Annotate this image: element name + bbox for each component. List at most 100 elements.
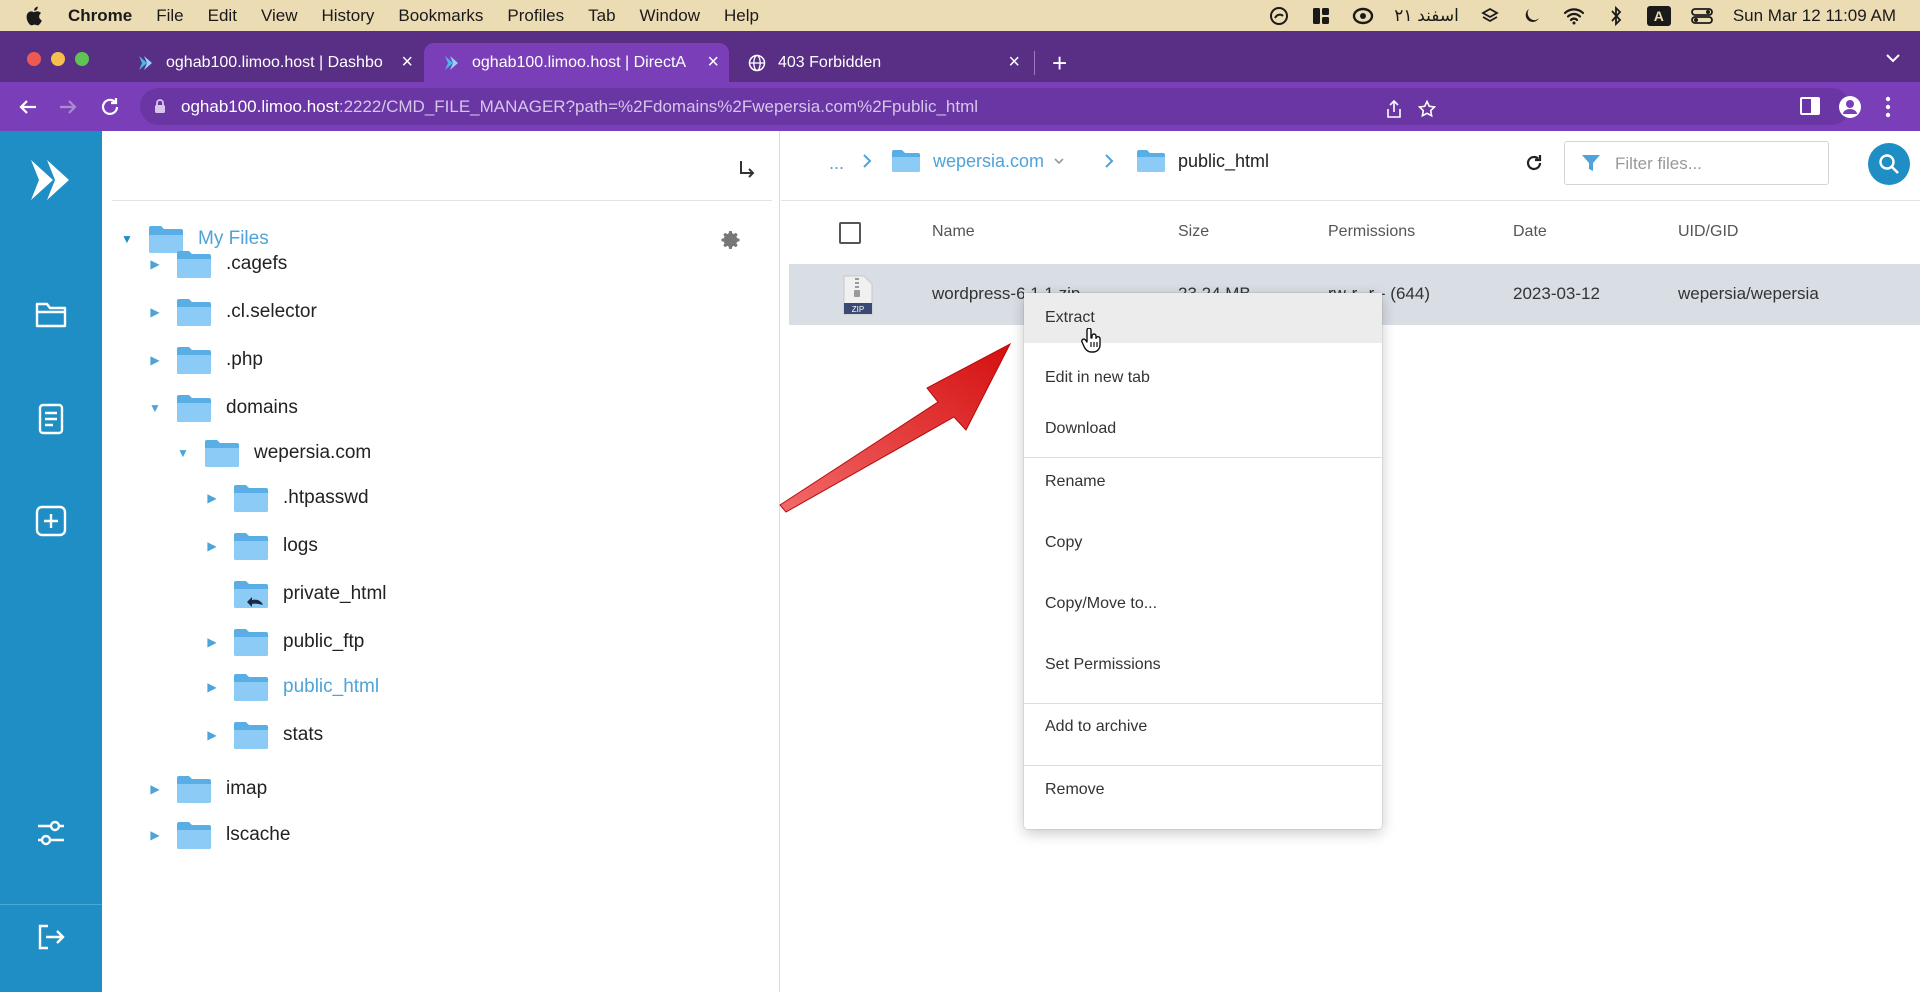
creative-cloud-icon[interactable] bbox=[1352, 5, 1374, 27]
caret-down-icon[interactable]: ▼ bbox=[148, 401, 162, 415]
caret-right-icon[interactable]: ▶ bbox=[148, 353, 162, 367]
tree-item[interactable]: ▶ public_html bbox=[205, 667, 379, 707]
settings-sliders-icon[interactable] bbox=[33, 815, 69, 851]
wifi-icon[interactable] bbox=[1563, 5, 1585, 27]
menu-edit[interactable]: Edit bbox=[208, 6, 237, 26]
filter-files-field[interactable] bbox=[1564, 141, 1829, 185]
chevron-down-icon[interactable] bbox=[1884, 51, 1902, 65]
caret-right-icon[interactable]: ▶ bbox=[205, 728, 219, 742]
menu-history[interactable]: History bbox=[321, 6, 374, 26]
menu-item-rename[interactable]: Rename bbox=[1024, 457, 1382, 507]
tree-item[interactable]: ▼ wepersia.com bbox=[176, 433, 371, 473]
menu-item-remove[interactable]: Remove bbox=[1024, 765, 1382, 815]
tree-item[interactable]: ▶ lscache bbox=[148, 815, 290, 855]
layers-icon[interactable] bbox=[1479, 5, 1501, 27]
zoom-window-button[interactable] bbox=[75, 52, 89, 66]
column-uid-gid[interactable]: UID/GID bbox=[1678, 223, 1738, 241]
gear-icon[interactable] bbox=[720, 229, 742, 251]
breadcrumb-domain[interactable]: wepersia.com bbox=[891, 149, 1064, 173]
menu-item-copy-move[interactable]: Copy/Move to... bbox=[1024, 579, 1382, 629]
caret-right-icon[interactable]: ▶ bbox=[148, 828, 162, 842]
control-center-icon[interactable] bbox=[1690, 5, 1713, 27]
tab-forbidden[interactable]: 403 Forbidden × bbox=[730, 43, 1030, 82]
caret-down-icon[interactable]: ▼ bbox=[176, 446, 190, 460]
back-button[interactable] bbox=[16, 95, 40, 119]
apple-icon[interactable] bbox=[24, 5, 46, 27]
caret-down-icon[interactable]: ▼ bbox=[120, 232, 134, 246]
tree-item[interactable]: ▼ domains bbox=[148, 388, 298, 428]
moon-icon[interactable] bbox=[1521, 5, 1543, 27]
vpn-icon[interactable] bbox=[1268, 5, 1290, 27]
caret-right-icon[interactable]: ▶ bbox=[205, 539, 219, 553]
close-tab-icon[interactable]: × bbox=[707, 51, 719, 74]
tab-directadmin[interactable]: oghab100.limoo.host | DirectA × bbox=[424, 43, 729, 82]
chevron-down-icon[interactable] bbox=[1054, 157, 1064, 165]
forward-button[interactable] bbox=[56, 95, 80, 119]
close-tab-icon[interactable]: × bbox=[401, 51, 413, 74]
bluetooth-icon[interactable] bbox=[1605, 5, 1627, 27]
close-tab-icon[interactable]: × bbox=[1008, 51, 1020, 74]
column-size[interactable]: Size bbox=[1178, 223, 1209, 241]
menu-bookmarks[interactable]: Bookmarks bbox=[398, 6, 483, 26]
menu-item-download[interactable]: Download bbox=[1024, 404, 1382, 454]
lock-icon[interactable] bbox=[154, 99, 166, 114]
document-icon[interactable] bbox=[33, 401, 69, 437]
file-manager-icon[interactable] bbox=[33, 296, 69, 332]
directadmin-logo-icon[interactable] bbox=[29, 157, 71, 203]
caret-right-icon[interactable]: ▶ bbox=[205, 635, 219, 649]
caret-right-icon[interactable]: ▶ bbox=[148, 782, 162, 796]
tree-item[interactable]: ▶ .htpasswd bbox=[205, 478, 369, 518]
column-date[interactable]: Date bbox=[1513, 223, 1547, 241]
profile-avatar-icon[interactable] bbox=[1838, 95, 1862, 119]
url-text[interactable]: oghab100.limoo.host:2222/CMD_FILE_MANAGE… bbox=[181, 97, 978, 117]
input-source-indicator[interactable]: A bbox=[1646, 5, 1671, 26]
clock[interactable]: Sun Mar 12 11:09 AM bbox=[1733, 6, 1896, 26]
tab-dashboard[interactable]: oghab100.limoo.host | Dashbo × bbox=[118, 43, 423, 82]
menu-app-name[interactable]: Chrome bbox=[68, 6, 132, 26]
select-all-checkbox[interactable] bbox=[839, 222, 861, 244]
tree-item[interactable]: ▶ logs bbox=[205, 526, 318, 566]
caret-right-icon[interactable]: ▶ bbox=[205, 680, 219, 694]
menu-item-set-permissions[interactable]: Set Permissions bbox=[1024, 640, 1382, 690]
breadcrumb-current[interactable]: public_html bbox=[1136, 149, 1269, 173]
logout-icon[interactable] bbox=[33, 919, 69, 955]
minimize-window-button[interactable] bbox=[51, 52, 65, 66]
address-bar[interactable]: oghab100.limoo.host:2222/CMD_FILE_MANAGE… bbox=[140, 88, 1850, 125]
persian-date[interactable]: ۲۱ اسفند bbox=[1394, 6, 1459, 26]
tree-item[interactable]: ▶ public_ftp bbox=[205, 622, 364, 662]
share-icon[interactable] bbox=[1386, 100, 1402, 118]
close-window-button[interactable] bbox=[27, 52, 41, 66]
menu-item-copy[interactable]: Copy bbox=[1024, 518, 1382, 568]
menu-item-extract[interactable]: Extract bbox=[1024, 293, 1382, 343]
add-icon[interactable] bbox=[33, 503, 69, 539]
reload-button[interactable] bbox=[98, 95, 122, 119]
refresh-icon[interactable] bbox=[1524, 153, 1544, 173]
menu-window[interactable]: Window bbox=[640, 6, 700, 26]
caret-right-icon[interactable]: ▶ bbox=[148, 305, 162, 319]
star-icon[interactable] bbox=[1418, 100, 1436, 118]
tree-item[interactable]: ▶ .php bbox=[148, 340, 263, 380]
kebab-menu-icon[interactable] bbox=[1885, 96, 1891, 118]
tree-item[interactable]: ▶private_html bbox=[205, 574, 387, 614]
caret-right-icon[interactable]: ▶ bbox=[148, 257, 162, 271]
tree-item[interactable]: ▶ stats bbox=[205, 715, 323, 755]
column-name[interactable]: Name bbox=[932, 223, 975, 241]
menu-item-edit-in-new-tab[interactable]: Edit in new tab bbox=[1024, 353, 1382, 403]
menu-file[interactable]: File bbox=[156, 6, 183, 26]
column-permissions[interactable]: Permissions bbox=[1328, 223, 1415, 241]
menu-profiles[interactable]: Profiles bbox=[507, 6, 564, 26]
search-button[interactable] bbox=[1868, 143, 1910, 185]
tree-item[interactable]: ▶ .cagefs bbox=[148, 244, 287, 284]
menu-view[interactable]: View bbox=[261, 6, 298, 26]
sidebar-toggle-icon[interactable] bbox=[1800, 97, 1820, 115]
breadcrumb-ellipsis[interactable]: ... bbox=[829, 153, 844, 174]
tree-item[interactable]: ▶ .cl.selector bbox=[148, 292, 317, 332]
caret-right-icon[interactable]: ▶ bbox=[205, 491, 219, 505]
collapse-tree-icon[interactable] bbox=[738, 159, 756, 179]
filter-files-input[interactable] bbox=[1615, 151, 1815, 177]
layout-icon[interactable] bbox=[1310, 5, 1332, 27]
menu-item-add-to-archive[interactable]: Add to archive bbox=[1024, 702, 1382, 752]
menu-help[interactable]: Help bbox=[724, 6, 759, 26]
tree-item[interactable]: ▶ imap bbox=[148, 769, 267, 809]
new-tab-button[interactable]: + bbox=[1052, 48, 1067, 79]
